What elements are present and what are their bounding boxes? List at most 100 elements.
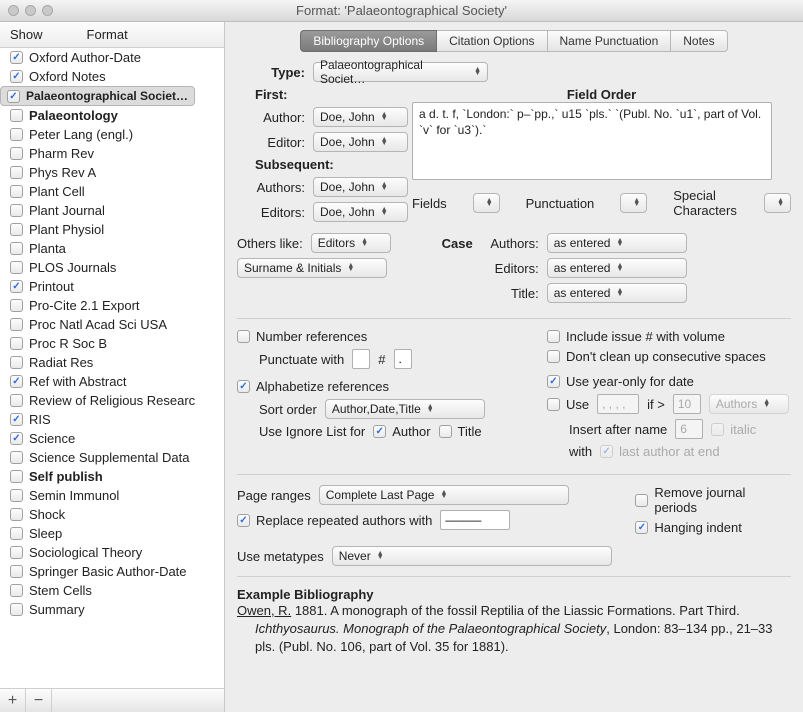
sidebar-col-show[interactable]: Show (10, 27, 43, 42)
use-separator-checkbox[interactable] (547, 398, 560, 411)
replace-authors-checkbox[interactable] (237, 514, 250, 527)
use-metatypes-select[interactable]: Never▲▼ (332, 546, 612, 566)
hanging-indent-checkbox[interactable] (635, 521, 648, 534)
page-ranges-select[interactable]: Complete Last Page▲▼ (319, 485, 569, 505)
sidebar-item-checkbox[interactable] (10, 565, 23, 578)
sidebar-item[interactable]: Plant Journal (0, 201, 224, 220)
sidebar-item-checkbox[interactable] (10, 413, 23, 426)
remove-button[interactable]: − (26, 689, 52, 712)
zoom-icon[interactable] (42, 5, 53, 16)
ignore-author-checkbox[interactable] (373, 425, 386, 438)
tab-name-punctuation[interactable]: Name Punctuation (548, 30, 672, 52)
tab-notes[interactable]: Notes (671, 30, 727, 52)
tab-citation-options[interactable]: Citation Options (437, 30, 547, 52)
dont-clean-checkbox[interactable] (547, 350, 560, 363)
sidebar-item[interactable]: Plant Physiol (0, 220, 224, 239)
punctuate-post-input[interactable] (394, 349, 412, 369)
add-button[interactable]: + (0, 689, 26, 712)
sidebar-item-checkbox[interactable] (10, 527, 23, 540)
sidebar-item[interactable]: Proc Natl Acad Sci USA (0, 315, 224, 334)
punctuation-popup[interactable]: ▲▼ (620, 193, 647, 213)
alphabetize-checkbox[interactable] (237, 380, 250, 393)
sidebar-item-checkbox[interactable] (10, 223, 23, 236)
sidebar-item[interactable]: Pro-Cite 2.1 Export (0, 296, 224, 315)
sidebar-item[interactable]: Pharm Rev (0, 144, 224, 163)
sidebar-item[interactable]: RIS (0, 410, 224, 429)
case-title-select[interactable]: as entered▲▼ (547, 283, 687, 303)
sidebar-item[interactable]: Radiat Res (0, 353, 224, 372)
field-order-textarea[interactable]: a d. t. f, `London:` p–`pp.,` u15 `pls.`… (412, 102, 772, 180)
subsequent-authors-select[interactable]: Doe, John▲▼ (313, 177, 408, 197)
insert-after-input[interactable] (675, 419, 703, 439)
close-icon[interactable] (8, 5, 19, 16)
sidebar-item[interactable]: Sleep (0, 524, 224, 543)
fields-popup[interactable]: ▲▼ (473, 193, 500, 213)
use-separator-input[interactable] (597, 394, 639, 414)
sidebar-item[interactable]: Semin Immunol (0, 486, 224, 505)
sidebar-item[interactable]: Plant Cell (0, 182, 224, 201)
sidebar-item[interactable]: Palaeontology (0, 106, 224, 125)
year-only-checkbox[interactable] (547, 375, 560, 388)
sidebar-item[interactable]: Oxford Notes (0, 67, 224, 86)
sidebar-item-checkbox[interactable] (10, 375, 23, 388)
sidebar-item-checkbox[interactable] (10, 451, 23, 464)
first-author-select[interactable]: Doe, John▲▼ (313, 107, 408, 127)
sidebar-item-checkbox[interactable] (7, 90, 20, 103)
sidebar-item-checkbox[interactable] (10, 603, 23, 616)
ignore-title-checkbox[interactable] (439, 425, 452, 438)
sidebar-list[interactable]: Oxford Author-DateOxford NotesPalaeontog… (0, 48, 224, 688)
remove-journal-checkbox[interactable] (635, 494, 648, 507)
minimize-icon[interactable] (25, 5, 36, 16)
sidebar-item-checkbox[interactable] (10, 318, 23, 331)
sidebar-item-checkbox[interactable] (10, 261, 23, 274)
include-issue-checkbox[interactable] (547, 330, 560, 343)
sidebar-item-checkbox[interactable] (10, 242, 23, 255)
sidebar-item[interactable]: Self publish (0, 467, 224, 486)
sidebar-item[interactable]: Palaeontographical Societ… (0, 86, 195, 106)
special-chars-popup[interactable]: ▲▼ (764, 193, 791, 213)
sidebar-item-checkbox[interactable] (10, 185, 23, 198)
type-select[interactable]: Palaeontographical Societ…▲▼ (313, 62, 488, 82)
sidebar-item[interactable]: Review of Religious Researc (0, 391, 224, 410)
sidebar-item[interactable]: Ref with Abstract (0, 372, 224, 391)
sidebar-item-checkbox[interactable] (10, 508, 23, 521)
sidebar-item-checkbox[interactable] (10, 204, 23, 217)
others-like-select[interactable]: Editors▲▼ (311, 233, 391, 253)
sidebar-item-checkbox[interactable] (10, 489, 23, 502)
sidebar-item-checkbox[interactable] (10, 356, 23, 369)
sidebar-item-checkbox[interactable] (10, 147, 23, 160)
sidebar-item-checkbox[interactable] (10, 70, 23, 83)
sidebar-item-checkbox[interactable] (10, 337, 23, 350)
sidebar-item[interactable]: Printout (0, 277, 224, 296)
if-gt-input[interactable] (673, 394, 701, 414)
sidebar-item[interactable]: PLOS Journals (0, 258, 224, 277)
sidebar-item-checkbox[interactable] (10, 51, 23, 64)
sidebar-item[interactable]: Sociological Theory (0, 543, 224, 562)
case-authors-select[interactable]: as entered▲▼ (547, 233, 687, 253)
punctuate-pre-input[interactable] (352, 349, 370, 369)
sidebar-item[interactable]: Springer Basic Author-Date (0, 562, 224, 581)
sidebar-item-checkbox[interactable] (10, 432, 23, 445)
first-editor-select[interactable]: Doe, John▲▼ (313, 132, 408, 152)
others-style-select[interactable]: Surname & Initials▲▼ (237, 258, 387, 278)
sidebar-item[interactable]: Oxford Author-Date (0, 48, 224, 67)
sidebar-item-checkbox[interactable] (10, 584, 23, 597)
number-references-checkbox[interactable] (237, 330, 250, 343)
sidebar-item[interactable]: Planta (0, 239, 224, 258)
sidebar-item-checkbox[interactable] (10, 299, 23, 312)
sidebar-item-checkbox[interactable] (10, 546, 23, 559)
sidebar-item[interactable]: Summary (0, 600, 224, 619)
sidebar-item[interactable]: Shock (0, 505, 224, 524)
sidebar-item[interactable]: Science (0, 429, 224, 448)
subsequent-editors-select[interactable]: Doe, John▲▼ (313, 202, 408, 222)
sidebar-item-checkbox[interactable] (10, 280, 23, 293)
sidebar-item[interactable]: Phys Rev A (0, 163, 224, 182)
sort-order-select[interactable]: Author,Date,Title▲▼ (325, 399, 485, 419)
sidebar-item[interactable]: Stem Cells (0, 581, 224, 600)
sidebar-item-checkbox[interactable] (10, 128, 23, 141)
sidebar-item[interactable]: Peter Lang (engl.) (0, 125, 224, 144)
sidebar-item-checkbox[interactable] (10, 470, 23, 483)
sidebar-item-checkbox[interactable] (10, 166, 23, 179)
sidebar-col-format[interactable]: Format (87, 27, 128, 42)
tab-bibliography-options[interactable]: Bibliography Options (300, 30, 437, 52)
